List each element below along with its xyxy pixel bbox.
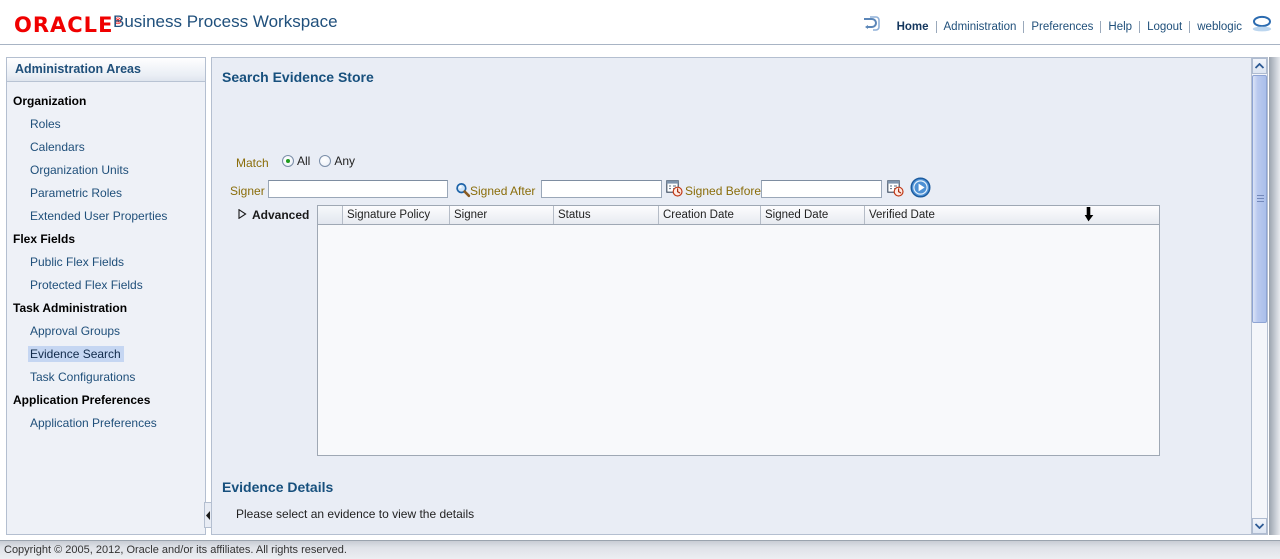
search-go-icon[interactable] bbox=[910, 177, 931, 198]
advanced-label: Advanced bbox=[252, 208, 310, 222]
workspace-page: ORACLE® Business Process Workspace Home … bbox=[0, 0, 1280, 559]
nav-group-organization: Organization bbox=[13, 94, 87, 108]
match-radio-any[interactable] bbox=[319, 155, 332, 167]
sidebar-link-task-configurations[interactable]: Task Configurations bbox=[28, 369, 138, 385]
sidebar-link-roles[interactable]: Roles bbox=[28, 116, 64, 132]
sidebar-item-protected-flex-fields[interactable]: Protected Flex Fields bbox=[7, 274, 205, 297]
sidebar-link-organization-units[interactable]: Organization Units bbox=[28, 162, 132, 178]
oracle-logo: ORACLE® bbox=[14, 10, 122, 37]
signed-before-input[interactable] bbox=[761, 180, 882, 198]
sidebar-link-approval-groups[interactable]: Approval Groups bbox=[28, 323, 123, 339]
branding-bar: ORACLE® Business Process Workspace Home … bbox=[0, 0, 1280, 45]
nav-group-flex-fields: Flex Fields bbox=[13, 232, 76, 246]
scroll-down-icon[interactable] bbox=[1252, 518, 1267, 534]
match-radio-group[interactable]: All Any bbox=[282, 154, 364, 168]
match-radio-all-label: All bbox=[297, 154, 311, 168]
sidebar-header: Administration Areas bbox=[7, 58, 205, 82]
table-header-select-column bbox=[318, 206, 343, 224]
sidebar-navigation: Organization Roles Calendars Organizatio… bbox=[7, 82, 205, 435]
copyright-text: Copyright © 2005, 2012, Oracle and/or it… bbox=[4, 544, 347, 556]
match-radio-any-label: Any bbox=[334, 154, 356, 168]
evidence-details-title: Evidence Details bbox=[222, 479, 334, 495]
scrollbar-thumb[interactable] bbox=[1252, 75, 1267, 323]
scroll-up-icon[interactable] bbox=[1252, 58, 1267, 74]
match-label: Match bbox=[236, 156, 269, 170]
global-nav-link-help[interactable]: Help bbox=[1101, 20, 1139, 34]
table-header-signed-date[interactable]: Signed Date bbox=[761, 206, 865, 224]
signer-label: Signer bbox=[230, 184, 265, 198]
administration-areas-sidebar: Administration Areas Organization Roles … bbox=[6, 57, 206, 535]
current-user-label: weblogic bbox=[1197, 20, 1242, 33]
signer-input[interactable] bbox=[268, 180, 448, 198]
global-nav-link-logout[interactable]: Logout bbox=[1140, 20, 1189, 34]
calendar-picker-icon[interactable] bbox=[666, 180, 683, 197]
disclosure-collapsed-icon[interactable] bbox=[238, 208, 247, 222]
table-header-status[interactable]: Status bbox=[554, 206, 659, 224]
table-body-empty bbox=[318, 225, 1159, 455]
table-header-signer[interactable]: Signer bbox=[450, 206, 554, 224]
signed-after-input[interactable] bbox=[541, 180, 662, 198]
sidebar-link-extended-user-properties[interactable]: Extended User Properties bbox=[28, 208, 170, 224]
sidebar-item-task-configurations[interactable]: Task Configurations bbox=[7, 366, 205, 389]
sidebar-item-roles[interactable]: Roles bbox=[7, 113, 205, 136]
sidebar-item-extended-user-properties[interactable]: Extended User Properties bbox=[7, 205, 205, 228]
sidebar-link-protected-flex-fields[interactable]: Protected Flex Fields bbox=[28, 277, 146, 293]
calendar-picker-icon[interactable] bbox=[887, 180, 904, 197]
sidebar-item-calendars[interactable]: Calendars bbox=[7, 136, 205, 159]
global-navigation: Home Administration Preferences Help Log… bbox=[861, 13, 1274, 40]
sidebar-link-parametric-roles[interactable]: Parametric Roles bbox=[28, 185, 125, 201]
sidebar-item-approval-groups[interactable]: Approval Groups bbox=[7, 320, 205, 343]
page-footer: Copyright © 2005, 2012, Oracle and/or it… bbox=[0, 540, 1280, 559]
window-right-edge bbox=[1269, 57, 1280, 535]
global-nav-link-home[interactable]: Home bbox=[890, 20, 936, 34]
sidebar-item-public-flex-fields[interactable]: Public Flex Fields bbox=[7, 251, 205, 274]
table-header-signature-policy[interactable]: Signature Policy bbox=[343, 206, 450, 224]
nav-group-application-preferences: Application Preferences bbox=[13, 393, 151, 407]
sidebar-item-parametric-roles[interactable]: Parametric Roles bbox=[7, 182, 205, 205]
evidence-details-empty-message: Please select an evidence to view the de… bbox=[236, 507, 475, 521]
evidence-results-table: Signature Policy Signer Status Creation … bbox=[317, 205, 1160, 456]
table-header-row: Signature Policy Signer Status Creation … bbox=[318, 206, 1159, 225]
global-nav-link-preferences[interactable]: Preferences bbox=[1024, 20, 1100, 34]
sidebar-link-application-preferences[interactable]: Application Preferences bbox=[28, 415, 160, 431]
accessibility-icon[interactable] bbox=[861, 16, 880, 37]
nav-group-task-administration: Task Administration bbox=[13, 301, 128, 315]
oracle-logo-text: ORACLE bbox=[14, 13, 114, 37]
sidebar-item-application-preferences[interactable]: Application Preferences bbox=[7, 412, 205, 435]
page-title: Search Evidence Store bbox=[222, 69, 374, 85]
user-avatar-icon[interactable] bbox=[1250, 13, 1274, 40]
column-drop-arrow-icon bbox=[1083, 207, 1094, 224]
table-header-creation-date[interactable]: Creation Date bbox=[659, 206, 761, 224]
signed-before-label: Signed Before bbox=[685, 184, 762, 198]
search-evidence-store-panel: Search Evidence Store Match All Any Sign… bbox=[211, 57, 1251, 535]
application-title: Business Process Workspace bbox=[113, 12, 338, 31]
sidebar-item-evidence-search[interactable]: Evidence Search bbox=[7, 343, 205, 366]
signed-after-label: Signed After bbox=[470, 184, 536, 198]
sidebar-link-calendars[interactable]: Calendars bbox=[28, 139, 88, 155]
sidebar-link-evidence-search[interactable]: Evidence Search bbox=[28, 346, 124, 362]
advanced-disclosure-toggle[interactable]: Advanced bbox=[238, 208, 309, 222]
scroll-thumb-grip-icon bbox=[1257, 195, 1264, 203]
match-radio-all[interactable] bbox=[282, 155, 294, 167]
page-vertical-scrollbar[interactable] bbox=[1251, 57, 1268, 535]
global-nav-link-administration[interactable]: Administration bbox=[937, 20, 1024, 34]
table-header-verified-date[interactable]: Verified Date bbox=[865, 206, 1079, 224]
sidebar-item-organization-units[interactable]: Organization Units bbox=[7, 159, 205, 182]
sidebar-link-public-flex-fields[interactable]: Public Flex Fields bbox=[28, 254, 127, 270]
magnifier-search-icon[interactable] bbox=[455, 182, 471, 198]
